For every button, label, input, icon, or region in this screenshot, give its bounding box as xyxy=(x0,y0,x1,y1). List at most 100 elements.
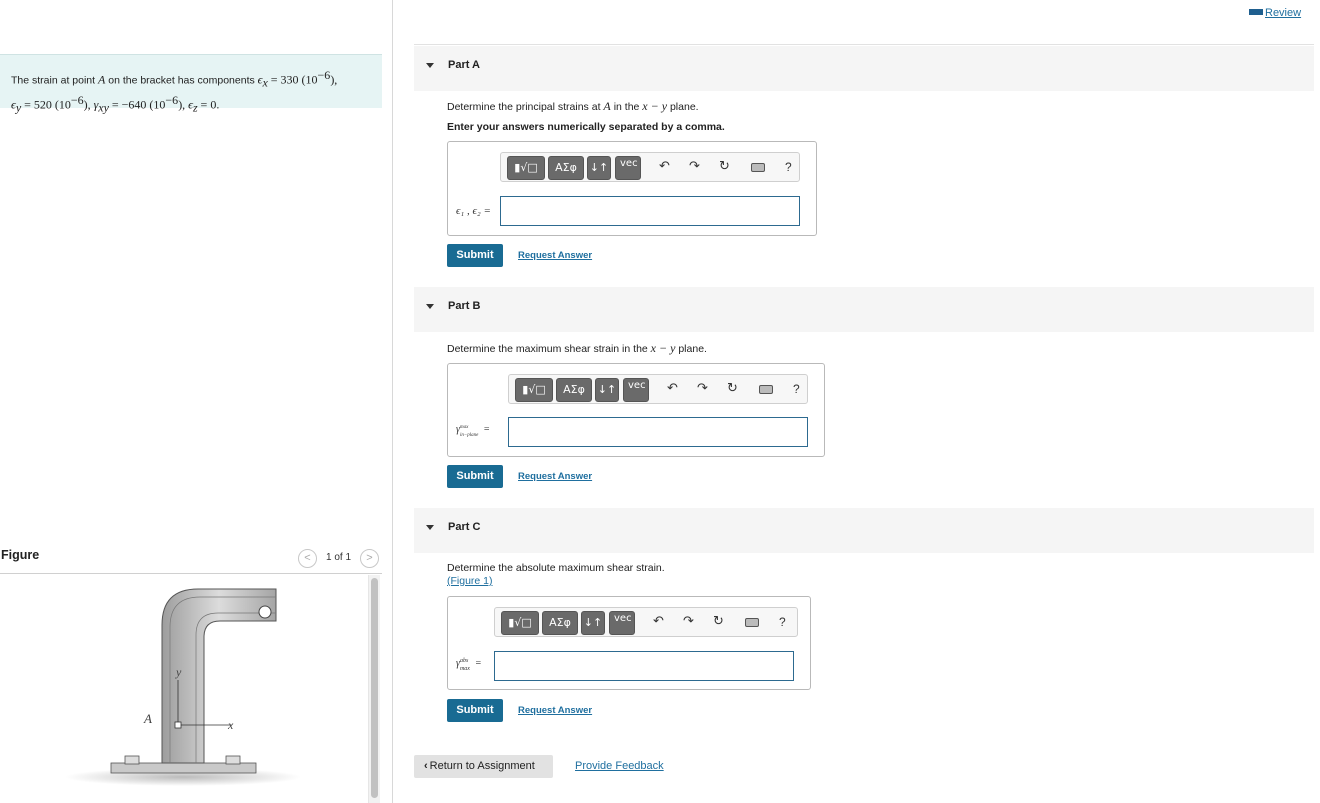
bolt-right xyxy=(225,755,241,765)
keyboard-icon[interactable] xyxy=(759,385,773,394)
part-c-var-label: γ abs max = xyxy=(456,658,481,672)
figure-page-indicator: 1 of 1 xyxy=(326,552,352,563)
ey-subscript: y xyxy=(15,100,22,115)
part-b-var-sub: in−plane xyxy=(459,433,479,438)
part-c-var-sup: abs xyxy=(459,658,469,664)
gxy-exponent: −6 xyxy=(165,92,179,107)
vec-button[interactable]: vec xyxy=(623,378,649,402)
part-b-answer-box: ▮√□ ΑΣφ ↓↑ vec ↶ ↷ ↻ ? γ max in−plane = xyxy=(447,363,825,457)
templates-button[interactable]: ▮√□ xyxy=(501,611,539,635)
bracket-drawing: y x A xyxy=(65,588,301,786)
part-c-submit-button[interactable]: Submit xyxy=(447,699,503,722)
part-a-toolbar: ▮√□ ΑΣφ ↓↑ vec ↶ ↷ ↻ ? xyxy=(500,152,800,182)
ey-exponent: −6 xyxy=(70,92,84,107)
part-a-answer-box: ▮√□ ΑΣφ ↓↑ vec ↶ ↷ ↻ ? ϵ₁ , ϵ₂ = xyxy=(447,141,817,236)
ex-value: = 330 (10 xyxy=(270,72,318,87)
collapse-arrow-icon xyxy=(426,304,434,309)
part-a-question: Determine the principal strains at A in … xyxy=(447,99,699,114)
part-a-header[interactable]: Part A xyxy=(414,46,1314,91)
part-c-var-sub: max xyxy=(459,666,470,672)
undo-icon[interactable]: ↶ xyxy=(667,381,678,396)
vec-button[interactable]: vec xyxy=(609,611,635,635)
arrows-button[interactable]: ↓↑ xyxy=(587,156,611,180)
return-to-assignment-button[interactable]: ‹ Return to Assignment xyxy=(414,755,553,778)
ez-value: = 0. xyxy=(200,97,220,112)
part-c-answer-input[interactable] xyxy=(494,651,794,681)
keyboard-icon[interactable] xyxy=(751,163,765,172)
figure-header: Figure < 1 of 1 > xyxy=(0,548,382,574)
figure-1-link[interactable]: (Figure 1) xyxy=(447,575,493,587)
part-b-var-sup: max xyxy=(459,425,469,430)
part-b-request-answer-link[interactable]: Request Answer xyxy=(518,471,592,482)
problem-text-prefix: The strain at point xyxy=(11,74,96,87)
part-b-header[interactable]: Part B xyxy=(414,287,1314,332)
templates-button[interactable]: ▮√□ xyxy=(507,156,545,180)
keyboard-icon[interactable] xyxy=(745,618,759,627)
gxy-end: ), xyxy=(178,97,186,112)
part-b-question-prefix: Determine the maximum shear strain in th… xyxy=(447,343,648,355)
figure-image: y x A xyxy=(0,575,382,803)
help-icon[interactable]: ? xyxy=(779,615,786,629)
redo-icon[interactable]: ↷ xyxy=(689,159,700,174)
part-c-answer-box: ▮√□ ΑΣφ ↓↑ vec ↶ ↷ ↻ ? γ abs max = xyxy=(447,596,811,690)
review-link[interactable]: Review xyxy=(1249,7,1301,19)
part-a-question-prefix: Determine the principal strains at xyxy=(447,101,601,113)
problem-statement: The strain at point A on the bracket has… xyxy=(0,54,382,114)
collapse-arrow-icon xyxy=(426,525,434,530)
problem-point: A xyxy=(97,72,106,87)
help-icon[interactable]: ? xyxy=(793,382,800,396)
greek-button[interactable]: ΑΣφ xyxy=(548,156,584,180)
part-a-instruction: Enter your answers numerically separated… xyxy=(447,121,725,133)
chevron-left-icon: ‹ xyxy=(424,760,428,772)
part-c-header[interactable]: Part C xyxy=(414,508,1314,553)
part-c-request-answer-link[interactable]: Request Answer xyxy=(518,705,592,716)
reset-icon[interactable]: ↻ xyxy=(713,614,724,629)
vec-button[interactable]: vec xyxy=(615,156,641,180)
part-b-toolbar: ▮√□ ΑΣφ ↓↑ vec ↶ ↷ ↻ ? xyxy=(508,374,808,404)
part-b-var-label: γ max in−plane = xyxy=(456,424,490,438)
arrows-button[interactable]: ↓↑ xyxy=(581,611,605,635)
arrows-button[interactable]: ↓↑ xyxy=(595,378,619,402)
part-b-submit-button[interactable]: Submit xyxy=(447,465,503,488)
part-a-request-answer-link[interactable]: Request Answer xyxy=(518,250,592,261)
problem-text-mid: on the bracket has components xyxy=(108,74,255,87)
part-b-question-suffix: plane. xyxy=(678,343,707,355)
part-a-var-label: ϵ₁ , ϵ₂ = xyxy=(456,205,491,217)
figure-scrollbar[interactable] xyxy=(368,575,380,803)
part-a-question-mid: in the xyxy=(613,101,640,113)
part-c-label: Part C xyxy=(448,521,481,533)
ey-end: ), xyxy=(83,97,91,112)
part-a-question-plane: x − y xyxy=(642,99,668,113)
part-a-question-suffix: plane. xyxy=(669,101,699,113)
greek-button[interactable]: ΑΣφ xyxy=(556,378,592,402)
help-icon[interactable]: ? xyxy=(785,160,792,174)
redo-icon[interactable]: ↷ xyxy=(683,614,694,629)
part-b-answer-input[interactable] xyxy=(508,417,808,447)
part-b-var-eq: = xyxy=(483,424,490,435)
review-label: Review xyxy=(1265,7,1302,19)
ex-subscript: x xyxy=(262,75,268,90)
part-a-answer-input[interactable] xyxy=(500,196,800,226)
templates-button[interactable]: ▮√□ xyxy=(515,378,553,402)
ex-exponent: −6 xyxy=(317,68,331,82)
figure-prev-button[interactable]: < xyxy=(298,549,317,568)
part-a-question-var: A xyxy=(603,99,611,113)
provide-feedback-link[interactable]: Provide Feedback xyxy=(575,760,664,772)
part-a-submit-button[interactable]: Submit xyxy=(447,244,503,267)
redo-icon[interactable]: ↷ xyxy=(697,381,708,396)
top-divider xyxy=(414,44,1314,45)
undo-icon[interactable]: ↶ xyxy=(659,159,670,174)
collapse-arrow-icon xyxy=(426,63,434,68)
bracket-inner-edge xyxy=(195,612,276,763)
point-a-marker xyxy=(174,721,182,729)
undo-icon[interactable]: ↶ xyxy=(653,614,664,629)
left-panel: The strain at point A on the bracket has… xyxy=(0,0,393,803)
x-axis-label: x xyxy=(227,718,234,732)
figure-scrollbar-thumb[interactable] xyxy=(371,578,378,798)
figure-next-button[interactable]: > xyxy=(360,549,379,568)
reset-icon[interactable]: ↻ xyxy=(719,159,730,174)
greek-button[interactable]: ΑΣφ xyxy=(542,611,578,635)
part-b-question: Determine the maximum shear strain in th… xyxy=(447,341,707,356)
reset-icon[interactable]: ↻ xyxy=(727,381,738,396)
bracket-hole xyxy=(258,605,272,619)
